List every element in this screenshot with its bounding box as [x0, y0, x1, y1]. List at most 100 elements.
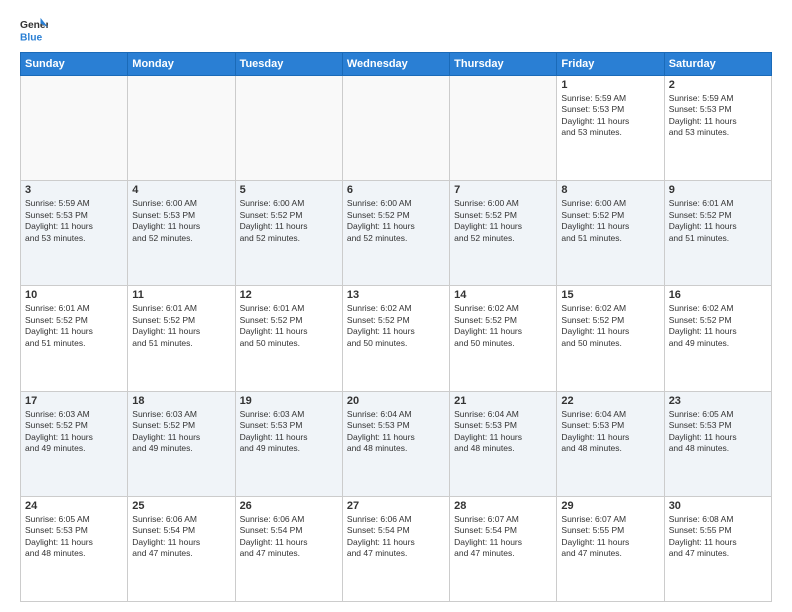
weekday-header-monday: Monday [128, 53, 235, 76]
calendar-cell: 13 Sunrise: 6:02 AM Sunset: 5:52 PM Dayli… [342, 286, 449, 391]
day-info: Sunrise: 6:02 AM Sunset: 5:52 PM Dayligh… [561, 303, 659, 349]
weekday-header-wednesday: Wednesday [342, 53, 449, 76]
day-number: 23 [669, 395, 767, 407]
day-info: Sunrise: 6:06 AM Sunset: 5:54 PM Dayligh… [347, 514, 445, 560]
day-number: 27 [347, 500, 445, 512]
calendar-cell: 30 Sunrise: 6:08 AM Sunset: 5:55 PM Dayli… [664, 496, 771, 601]
calendar-cell: 10 Sunrise: 6:01 AM Sunset: 5:52 PM Dayli… [21, 286, 128, 391]
day-info: Sunrise: 6:03 AM Sunset: 5:53 PM Dayligh… [240, 409, 338, 455]
day-number: 29 [561, 500, 659, 512]
day-info: Sunrise: 6:00 AM Sunset: 5:52 PM Dayligh… [240, 198, 338, 244]
day-number: 21 [454, 395, 552, 407]
day-number: 1 [561, 79, 659, 91]
calendar-cell: 25Sunrise: 6:06 AM Sunset: 5:54 PM Dayli… [128, 496, 235, 601]
calendar-cell: 28 Sunrise: 6:07 AM Sunset: 5:54 PM Dayli… [450, 496, 557, 601]
day-number: 28 [454, 500, 552, 512]
day-info: Sunrise: 6:02 AM Sunset: 5:52 PM Dayligh… [454, 303, 552, 349]
day-number: 5 [240, 184, 338, 196]
calendar-cell: 17 Sunrise: 6:03 AM Sunset: 5:52 PM Dayli… [21, 391, 128, 496]
calendar-cell: 19 Sunrise: 6:03 AM Sunset: 5:53 PM Dayli… [235, 391, 342, 496]
day-info: Sunrise: 6:02 AM Sunset: 5:52 PM Dayligh… [347, 303, 445, 349]
svg-text:General: General [20, 20, 48, 31]
calendar-cell [21, 76, 128, 181]
day-number: 20 [347, 395, 445, 407]
calendar-cell: 12Sunrise: 6:01 AM Sunset: 5:52 PM Dayli… [235, 286, 342, 391]
calendar-cell: 22 Sunrise: 6:04 AM Sunset: 5:53 PM Dayli… [557, 391, 664, 496]
weekday-header-sunday: Sunday [21, 53, 128, 76]
day-number: 8 [561, 184, 659, 196]
day-number: 18 [132, 395, 230, 407]
weekday-header-friday: Friday [557, 53, 664, 76]
day-number: 30 [669, 500, 767, 512]
calendar-cell: 8 Sunrise: 6:00 AM Sunset: 5:52 PM Daylig… [557, 181, 664, 286]
calendar-cell: 27 Sunrise: 6:06 AM Sunset: 5:54 PM Dayli… [342, 496, 449, 601]
day-number: 26 [240, 500, 338, 512]
calendar-cell: 6 Sunrise: 6:00 AM Sunset: 5:52 PM Daylig… [342, 181, 449, 286]
calendar-cell: 18 Sunrise: 6:03 AM Sunset: 5:52 PM Dayli… [128, 391, 235, 496]
day-info: Sunrise: 6:04 AM Sunset: 5:53 PM Dayligh… [561, 409, 659, 455]
day-info: Sunrise: 6:01 AM Sunset: 5:52 PM Dayligh… [132, 303, 230, 349]
day-number: 19 [240, 395, 338, 407]
day-number: 3 [25, 184, 123, 196]
weekday-header-saturday: Saturday [664, 53, 771, 76]
calendar-cell: 26 Sunrise: 6:06 AM Sunset: 5:54 PM Dayli… [235, 496, 342, 601]
day-info: Sunrise: 6:01 AM Sunset: 5:52 PM Dayligh… [669, 198, 767, 244]
day-info: Sunrise: 6:01 AM Sunset: 5:52 PM Dayligh… [240, 303, 338, 349]
calendar-cell [235, 76, 342, 181]
calendar-cell: 16 Sunrise: 6:02 AM Sunset: 5:52 PM Dayli… [664, 286, 771, 391]
day-info: Sunrise: 6:00 AM Sunset: 5:53 PM Dayligh… [132, 198, 230, 244]
calendar-cell: 1 Sunrise: 5:59 AM Sunset: 5:53 PM Daylig… [557, 76, 664, 181]
day-info: Sunrise: 6:05 AM Sunset: 5:53 PM Dayligh… [669, 409, 767, 455]
weekday-header-thursday: Thursday [450, 53, 557, 76]
day-info: Sunrise: 6:01 AM Sunset: 5:52 PM Dayligh… [25, 303, 123, 349]
calendar-week-2: 3 Sunrise: 5:59 AM Sunset: 5:53 PM Daylig… [21, 181, 772, 286]
day-info: Sunrise: 6:06 AM Sunset: 5:54 PM Dayligh… [240, 514, 338, 560]
day-number: 22 [561, 395, 659, 407]
calendar-table: SundayMondayTuesdayWednesdayThursdayFrid… [20, 52, 772, 602]
day-number: 17 [25, 395, 123, 407]
calendar-cell [450, 76, 557, 181]
day-info: Sunrise: 6:05 AM Sunset: 5:53 PM Dayligh… [25, 514, 123, 560]
day-number: 9 [669, 184, 767, 196]
day-number: 11 [132, 289, 230, 301]
day-number: 14 [454, 289, 552, 301]
calendar-cell: 21Sunrise: 6:04 AM Sunset: 5:53 PM Dayli… [450, 391, 557, 496]
calendar-cell: 3 Sunrise: 5:59 AM Sunset: 5:53 PM Daylig… [21, 181, 128, 286]
day-number: 4 [132, 184, 230, 196]
day-info: Sunrise: 5:59 AM Sunset: 5:53 PM Dayligh… [25, 198, 123, 244]
calendar-week-3: 10 Sunrise: 6:01 AM Sunset: 5:52 PM Dayli… [21, 286, 772, 391]
day-number: 7 [454, 184, 552, 196]
day-number: 10 [25, 289, 123, 301]
svg-text:Blue: Blue [20, 32, 43, 43]
calendar-cell: 2 Sunrise: 5:59 AM Sunset: 5:53 PM Daylig… [664, 76, 771, 181]
day-info: Sunrise: 6:02 AM Sunset: 5:52 PM Dayligh… [669, 303, 767, 349]
page: General Blue SundayMondayTuesdayWednesda… [0, 0, 792, 612]
day-info: Sunrise: 5:59 AM Sunset: 5:53 PM Dayligh… [561, 93, 659, 139]
day-info: Sunrise: 6:00 AM Sunset: 5:52 PM Dayligh… [561, 198, 659, 244]
day-info: Sunrise: 6:03 AM Sunset: 5:52 PM Dayligh… [25, 409, 123, 455]
calendar-cell: 29 Sunrise: 6:07 AM Sunset: 5:55 PM Dayli… [557, 496, 664, 601]
day-number: 24 [25, 500, 123, 512]
day-info: Sunrise: 6:07 AM Sunset: 5:55 PM Dayligh… [561, 514, 659, 560]
logo-icon: General Blue [20, 16, 48, 44]
calendar-cell: 20Sunrise: 6:04 AM Sunset: 5:53 PM Dayli… [342, 391, 449, 496]
day-info: Sunrise: 5:59 AM Sunset: 5:53 PM Dayligh… [669, 93, 767, 139]
day-info: Sunrise: 6:00 AM Sunset: 5:52 PM Dayligh… [347, 198, 445, 244]
day-info: Sunrise: 6:00 AM Sunset: 5:52 PM Dayligh… [454, 198, 552, 244]
calendar-cell [342, 76, 449, 181]
calendar-cell: 11 Sunrise: 6:01 AM Sunset: 5:52 PM Dayli… [128, 286, 235, 391]
day-info: Sunrise: 6:08 AM Sunset: 5:55 PM Dayligh… [669, 514, 767, 560]
day-number: 16 [669, 289, 767, 301]
calendar-cell: 4 Sunrise: 6:00 AM Sunset: 5:53 PM Daylig… [128, 181, 235, 286]
weekday-header-row: SundayMondayTuesdayWednesdayThursdayFrid… [21, 53, 772, 76]
calendar-week-5: 24 Sunrise: 6:05 AM Sunset: 5:53 PM Dayli… [21, 496, 772, 601]
day-info: Sunrise: 6:03 AM Sunset: 5:52 PM Dayligh… [132, 409, 230, 455]
day-info: Sunrise: 6:07 AM Sunset: 5:54 PM Dayligh… [454, 514, 552, 560]
day-number: 13 [347, 289, 445, 301]
day-number: 6 [347, 184, 445, 196]
calendar-cell: 15Sunrise: 6:02 AM Sunset: 5:52 PM Dayli… [557, 286, 664, 391]
calendar-cell: 14 Sunrise: 6:02 AM Sunset: 5:52 PM Dayli… [450, 286, 557, 391]
day-number: 2 [669, 79, 767, 91]
calendar-cell [128, 76, 235, 181]
calendar-week-4: 17 Sunrise: 6:03 AM Sunset: 5:52 PM Dayli… [21, 391, 772, 496]
